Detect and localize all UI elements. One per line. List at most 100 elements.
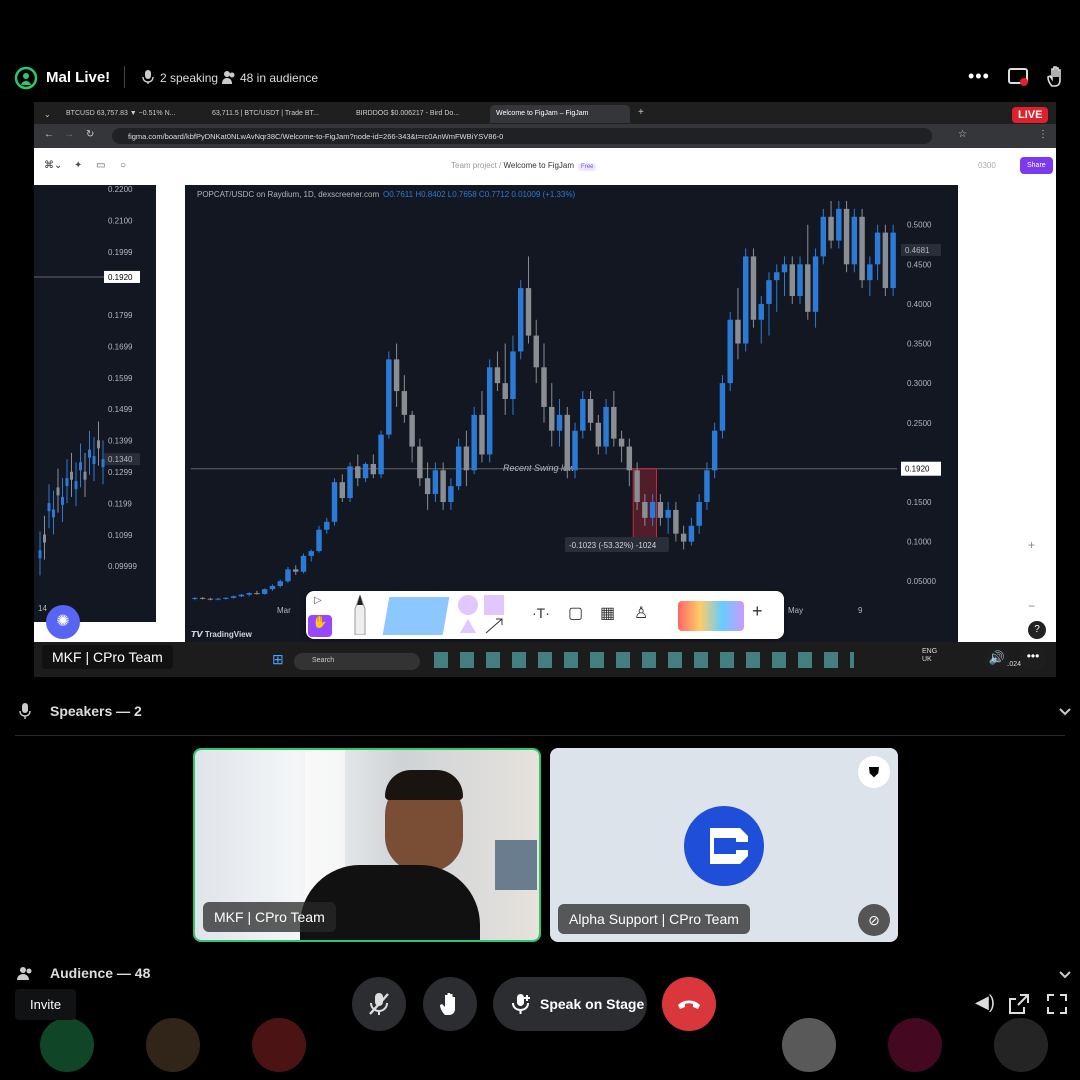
popout-icon[interactable] (1008, 993, 1030, 1015)
zoom-slider[interactable]: + (1028, 538, 1035, 552)
candle-body (192, 597, 198, 599)
file-name[interactable]: Welcome to FigJam (504, 161, 575, 170)
y-tick-label: 0.4500 (907, 260, 932, 269)
section-divider (15, 735, 1065, 736)
tab-btcusdt[interactable]: 63,711.5 | BTC/USDT | Trade BT... (206, 105, 346, 123)
candle-body (595, 422, 602, 447)
activity-icon[interactable]: ✺ (46, 605, 80, 639)
volume-icon[interactable]: 🔊 (984, 645, 1010, 671)
lang-code: ENG (922, 648, 938, 655)
start-icon[interactable]: ⊞ (272, 651, 284, 668)
speaker-name: Alpha Support | CPro Team (558, 904, 750, 934)
candle-body (618, 438, 625, 447)
hand-tool-icon[interactable]: ✋ (308, 615, 332, 637)
speaker-tile-mkf[interactable]: MKF | CPro Team (193, 748, 541, 942)
candle-body (455, 446, 462, 487)
raise-hand-icon[interactable] (1046, 66, 1068, 88)
figjam-canvas[interactable]: 0.2200 0.2100 0.1999 0.1920 0.1799 0.1699 0.15… (34, 185, 1056, 642)
stage-title: Mal Live! (46, 69, 111, 86)
candle-body (355, 466, 361, 479)
speakers-header[interactable]: Speakers — 2 (50, 703, 142, 719)
url-field[interactable]: figma.com/board/kbfPyDNKat0NLwAvNqr38C/W… (112, 128, 932, 144)
audience-avatar[interactable] (40, 1018, 94, 1072)
screen-share[interactable]: ⌄ BTCUSD 63,757.83 ▼ −0.51% N... 63,711.… (34, 102, 1056, 677)
raise-hand-button[interactable] (423, 977, 477, 1031)
text-tool-icon[interactable]: ·T· (532, 605, 550, 621)
candle-body (774, 272, 780, 281)
y-tick-label: 0.1799 (108, 311, 133, 320)
volume-control-icon[interactable]: ◀) (975, 992, 995, 1013)
taskbar-apps[interactable] (434, 652, 854, 668)
speaker-tile-alpha[interactable]: ⛊ Alpha Support | CPro Team ⊘ (550, 748, 898, 942)
audience-section-icon (17, 967, 32, 980)
candle-body (417, 446, 423, 479)
table-tool-icon[interactable]: ▦ (600, 603, 615, 623)
new-tab-icon[interactable]: + (632, 105, 650, 123)
bookmark-icon[interactable]: ☆ (958, 129, 967, 140)
moderator-badge-icon: ⛊ (858, 756, 890, 788)
chevron-down-icon[interactable] (1058, 705, 1072, 719)
layout-icon[interactable]: ▭ (96, 160, 105, 171)
share-button[interactable]: Share (1020, 157, 1053, 174)
help-icon[interactable]: ? (1028, 621, 1046, 639)
tab-list-icon[interactable]: ⌄ (38, 105, 54, 123)
plan-badge: Free (578, 163, 597, 171)
section-tool-icon[interactable]: ▢ (568, 603, 583, 623)
breadcrumb: Team project / Welcome to FigJam Free (451, 161, 597, 171)
zoom-level[interactable]: 0300 (978, 161, 996, 170)
audience-avatar[interactable] (146, 1018, 200, 1072)
zoom-out-icon[interactable]: − (1028, 599, 1035, 613)
figma-menu-icon[interactable]: ⌘⌄ (44, 160, 62, 171)
tab-figjam[interactable]: Welcome to FigJam – FigJam (490, 105, 630, 123)
candle-body (711, 430, 718, 471)
audience-avatar[interactable] (782, 1018, 836, 1072)
candle-body (727, 319, 733, 384)
pen-tool-icon[interactable] (350, 595, 370, 635)
mute-button[interactable] (352, 977, 406, 1031)
candle-body (440, 470, 446, 502)
leave-stage-button[interactable] (662, 977, 716, 1031)
presenter-label: MKF | CPro Team (42, 645, 173, 669)
stamp-tool-icon[interactable]: ♙ (634, 603, 648, 623)
speak-on-stage-button[interactable]: Speak on Stage (493, 977, 647, 1031)
breadcrumb-separator: / (499, 161, 502, 170)
keyboard-language[interactable]: ENG UK (922, 648, 937, 664)
chevron-down-icon[interactable] (1058, 968, 1072, 982)
candle-body (882, 232, 889, 289)
candle-body (47, 503, 51, 512)
sticky-note-tool[interactable] (382, 597, 450, 635)
widgets-tool[interactable] (678, 601, 744, 631)
add-tool-icon[interactable]: + (752, 601, 763, 622)
candle-body (324, 521, 330, 530)
candle-body (688, 525, 695, 542)
fullscreen-icon[interactable] (1046, 993, 1068, 1015)
audience-avatar[interactable] (888, 1018, 942, 1072)
popout-screen-icon[interactable] (1008, 68, 1030, 88)
y-tick-label: 0.3500 (907, 340, 932, 349)
audience-avatar[interactable] (994, 1018, 1048, 1072)
cursor-tool-icon[interactable]: ▷ (314, 595, 322, 606)
tab-birddog[interactable]: BIRDDOG $0.006217 - Bird Do... (350, 105, 490, 123)
invite-button[interactable]: Invite (15, 989, 77, 1020)
chart-title: POPCAT/USDC on Raydium, 1D, dexscreener.… (197, 190, 379, 199)
audience-avatar[interactable] (252, 1018, 306, 1072)
left-chart: 0.2200 0.2100 0.1999 0.1920 0.1799 0.1699 0.15… (34, 185, 156, 622)
forward-icon[interactable]: → (64, 129, 74, 140)
taskbar-search[interactable]: Search (294, 653, 420, 670)
screen-options-icon[interactable]: ••• (1020, 645, 1046, 671)
audience-header[interactable]: Audience — 48 (50, 965, 150, 981)
comment-icon[interactable]: ○ (120, 160, 126, 171)
project-name[interactable]: Team project (451, 161, 497, 170)
reload-icon[interactable]: ↻ (86, 129, 94, 140)
shapes-tool-icon[interactable] (458, 595, 508, 635)
candle-body (238, 594, 245, 597)
candle-body (572, 430, 578, 471)
candle-body (564, 414, 570, 471)
back-icon[interactable]: ← (44, 129, 54, 140)
hand-icon (440, 993, 455, 1015)
tab-btcusd[interactable]: BTCUSD 63,757.83 ▼ −0.51% N... (60, 105, 200, 123)
more-options-icon[interactable]: ••• (968, 66, 990, 87)
browser-menu-icon[interactable]: ⋮ (1038, 129, 1048, 140)
speak-request-icon (512, 994, 530, 1014)
ai-icon[interactable]: ✦ (74, 160, 82, 171)
